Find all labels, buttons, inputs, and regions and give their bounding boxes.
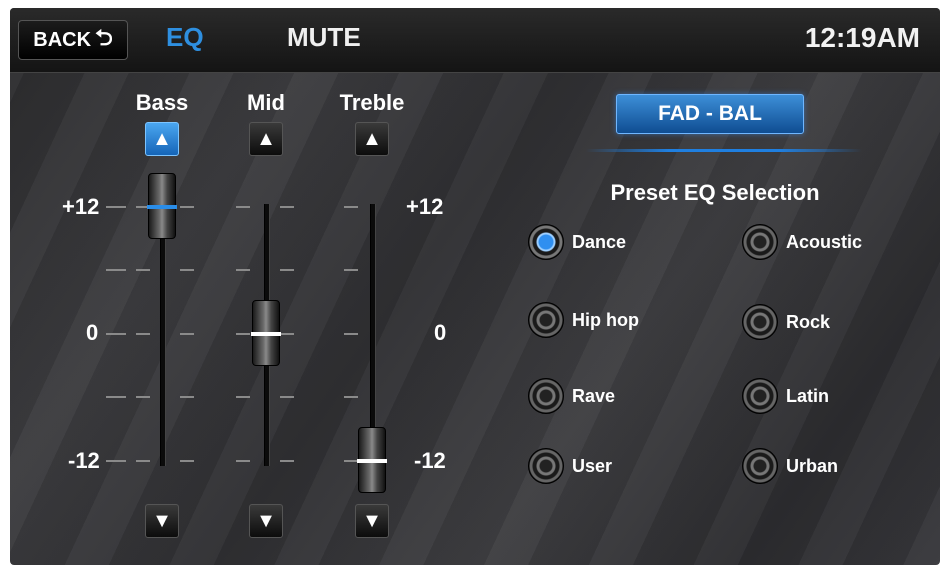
tick-mark xyxy=(136,460,150,462)
preset-label: Acoustic xyxy=(786,231,863,252)
tick-mark xyxy=(280,460,294,462)
tick-mark xyxy=(280,396,294,398)
tick-mark xyxy=(236,206,250,208)
bass-down-button[interactable]: ▼ xyxy=(145,504,179,538)
down-triangle-icon: ▼ xyxy=(256,509,276,532)
tick-mark xyxy=(106,333,126,335)
mid-down-button[interactable]: ▼ xyxy=(249,504,283,538)
scale-min-right: -12 xyxy=(414,448,446,473)
tick-mark xyxy=(106,460,126,462)
tick-mark xyxy=(236,460,250,462)
radio-icon xyxy=(528,378,564,414)
mute-button[interactable]: MUTE xyxy=(287,22,361,53)
preset-label: User xyxy=(572,455,613,476)
preset-label: Latin xyxy=(786,385,829,406)
radio-icon xyxy=(742,378,778,414)
treble-label: Treble xyxy=(339,90,405,115)
preset-eq-title: Preset EQ Selection xyxy=(610,180,820,205)
tick-mark xyxy=(280,206,294,208)
radio-icon xyxy=(528,224,564,260)
radio-icon xyxy=(528,448,564,484)
tick-mark xyxy=(280,333,294,335)
tick-mark xyxy=(344,333,358,335)
tick-mark xyxy=(236,269,250,271)
tick-mark xyxy=(236,396,250,398)
radio-icon xyxy=(742,304,778,340)
up-triangle-icon: ▲ xyxy=(152,127,172,150)
tick-mark xyxy=(106,206,126,208)
preset-hip-hop[interactable]: Hip hop xyxy=(528,302,639,338)
tick-mark xyxy=(280,269,294,271)
tick-mark xyxy=(180,269,194,271)
preset-label: Urban xyxy=(786,455,839,476)
treble-slider-knob[interactable] xyxy=(357,427,387,493)
preset-rock[interactable]: Rock xyxy=(742,304,830,340)
preset-user[interactable]: User xyxy=(528,448,612,484)
clock: 12:19AM xyxy=(804,22,920,53)
scale-mid-left: 0 xyxy=(86,320,99,345)
tick-mark xyxy=(344,269,358,271)
down-triangle-icon: ▼ xyxy=(362,509,382,532)
mid-label: Mid xyxy=(247,90,285,115)
fad-bal-button[interactable]: FAD - BAL xyxy=(616,94,804,134)
back-label: BACK xyxy=(33,28,92,51)
return-arrow-icon: ⮌ xyxy=(95,25,113,50)
tick-mark xyxy=(136,396,150,398)
up-triangle-icon: ▲ xyxy=(256,127,276,150)
tick-mark xyxy=(344,206,358,208)
mid-slider-knob[interactable] xyxy=(251,300,281,366)
preset-dance[interactable]: Dance xyxy=(528,224,626,260)
tick-mark xyxy=(136,269,150,271)
knob-indicator xyxy=(147,205,177,209)
tick-mark xyxy=(136,333,150,335)
tick-mark xyxy=(344,396,358,398)
scale-max-left: +12 xyxy=(62,194,100,219)
top-bar: BACK ⮌ EQ MUTE 12:19AM xyxy=(10,8,940,73)
tick-mark xyxy=(236,333,250,335)
bass-slider-knob[interactable] xyxy=(147,173,177,239)
radio-icon xyxy=(742,448,778,484)
knob-indicator xyxy=(357,459,387,463)
preset-latin[interactable]: Latin xyxy=(742,378,829,414)
back-button[interactable]: BACK ⮌ xyxy=(18,20,128,60)
preset-label: Hip hop xyxy=(572,309,639,330)
tick-mark xyxy=(180,333,194,335)
tick-mark xyxy=(180,460,194,462)
preset-label: Dance xyxy=(572,231,627,252)
radio-icon xyxy=(528,302,564,338)
bass-up-button[interactable]: ▲ xyxy=(145,122,179,156)
down-triangle-icon: ▼ xyxy=(152,509,172,532)
tick-mark xyxy=(344,460,358,462)
bass-label: Bass xyxy=(135,90,189,115)
preset-label: Rock xyxy=(786,311,831,332)
preset-acoustic[interactable]: Acoustic xyxy=(742,224,862,260)
preset-rave[interactable]: Rave xyxy=(528,378,615,414)
up-triangle-icon: ▲ xyxy=(362,127,382,150)
tick-mark xyxy=(106,396,126,398)
tick-mark xyxy=(180,206,194,208)
treble-up-button[interactable]: ▲ xyxy=(355,122,389,156)
knob-indicator xyxy=(251,332,281,336)
bass-track[interactable] xyxy=(160,204,166,466)
eq-screen: BACK ⮌ EQ MUTE 12:19AM Bass Mid Treble ▲… xyxy=(10,8,940,565)
scale-max-right: +12 xyxy=(406,194,444,219)
treble-down-button[interactable]: ▼ xyxy=(355,504,389,538)
preset-urban[interactable]: Urban xyxy=(742,448,838,484)
eq-tab[interactable]: EQ xyxy=(166,22,204,53)
radio-icon xyxy=(742,224,778,260)
scale-mid-right: 0 xyxy=(434,320,447,345)
scale-min-left: -12 xyxy=(68,448,100,473)
divider xyxy=(586,149,862,152)
tick-mark xyxy=(106,269,126,271)
preset-label: Rave xyxy=(572,385,616,406)
tick-mark xyxy=(180,396,194,398)
mid-up-button[interactable]: ▲ xyxy=(249,122,283,156)
